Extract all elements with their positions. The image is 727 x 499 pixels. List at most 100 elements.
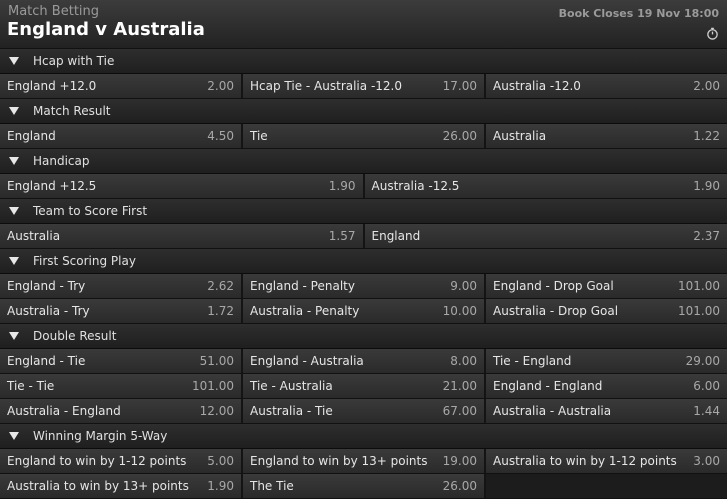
- selection-button[interactable]: England +12.51.90: [0, 174, 365, 198]
- market-title: Hcap with Tie: [33, 54, 114, 68]
- selection-button[interactable]: England - Tie 51.00: [0, 349, 243, 373]
- collapse-triangle-icon[interactable]: [9, 332, 19, 340]
- market-title: Team to Score First: [33, 204, 147, 218]
- selection-odds: 17.00: [443, 79, 477, 93]
- selection-row: Australia to win by 13+ points1.90The Ti…: [0, 474, 727, 499]
- selection-odds: 101.00: [192, 379, 234, 393]
- market-header[interactable]: Hcap with Tie: [0, 49, 727, 74]
- selection-button[interactable]: Australia -12.51.90: [365, 174, 727, 198]
- market-title: First Scoring Play: [33, 254, 136, 268]
- selection-odds: 2.00: [693, 79, 720, 93]
- selection-button[interactable]: England - England 6.00: [486, 374, 727, 398]
- collapse-triangle-icon[interactable]: [9, 107, 19, 115]
- selection-button[interactable]: Tie - Tie 101.00: [0, 374, 243, 398]
- selection-name: Tie - Tie: [7, 379, 54, 393]
- selection-name: England - Penalty: [250, 279, 355, 293]
- selection-name: England to win by 13+ points: [250, 454, 428, 468]
- selection-button[interactable]: Australia to win by 1-12 points3.00: [486, 449, 727, 473]
- selection-odds: 10.00: [443, 304, 477, 318]
- selection-row: England +12.02.00Hcap Tie - Australia -1…: [0, 74, 727, 99]
- selection-button[interactable]: England - Drop Goal101.00: [486, 274, 727, 298]
- selection-odds: 8.00: [450, 354, 477, 368]
- selection-odds: 12.00: [200, 404, 234, 418]
- selection-name: England: [7, 129, 56, 143]
- selection-row: England 4.50 Tie26.00Australia1.22: [0, 124, 727, 149]
- selection-button[interactable]: England2.37: [365, 224, 727, 248]
- selection-button[interactable]: England +12.02.00: [0, 74, 243, 98]
- selection-name: Australia - Tie: [250, 404, 333, 418]
- collapse-triangle-icon[interactable]: [9, 257, 19, 265]
- selection-button[interactable]: England - Penalty9.00: [243, 274, 486, 298]
- selection-odds: 51.00: [200, 354, 234, 368]
- collapse-triangle-icon[interactable]: [9, 157, 19, 165]
- selection-odds: 2.00: [207, 79, 234, 93]
- selection-name: England +12.5: [7, 179, 96, 193]
- market-header[interactable]: First Scoring Play: [0, 249, 727, 274]
- selection-name: England - Drop Goal: [493, 279, 614, 293]
- selection-button[interactable]: The Tie 26.00: [243, 474, 486, 498]
- selection-button[interactable]: Australia1.57: [0, 224, 365, 248]
- collapse-triangle-icon[interactable]: [9, 207, 19, 215]
- selection-button[interactable]: Australia - Tie 67.00: [243, 399, 486, 423]
- selection-name: Australia to win by 13+ points: [7, 479, 189, 493]
- selection-button[interactable]: Australia - Try 1.72: [0, 299, 243, 323]
- selection-name: The Tie: [250, 479, 294, 493]
- selection-name: England to win by 1-12 points: [7, 454, 186, 468]
- selection-name: England - England: [493, 379, 602, 393]
- selection-odds: 101.00: [678, 304, 720, 318]
- selection-button[interactable]: England 4.50: [0, 124, 243, 148]
- selection-odds: 19.00: [443, 454, 477, 468]
- selection-odds: 4.50: [207, 129, 234, 143]
- selection-button[interactable]: Tie26.00: [243, 124, 486, 148]
- market-header[interactable]: Team to Score First: [0, 199, 727, 224]
- selection-name: Australia - Drop Goal: [493, 304, 618, 318]
- page-subtitle: Match Betting: [8, 4, 99, 19]
- selection-row: Australia - Try 1.72 Australia - Penalty10…: [0, 299, 727, 324]
- collapse-triangle-icon[interactable]: [9, 57, 19, 65]
- selection-button[interactable]: England - Try 2.62: [0, 274, 243, 298]
- selection-row: England - Try2.62England - Penalty9.00En…: [0, 274, 727, 299]
- empty-cell: [486, 474, 727, 498]
- markets-list: Hcap with TieEngland +12.02.00Hcap Tie -…: [0, 49, 727, 499]
- selection-button[interactable]: England to win by 13+ points 19.00: [243, 449, 486, 473]
- selection-name: England - Tie: [7, 354, 85, 368]
- selection-name: Australia -12.0: [493, 79, 581, 93]
- selection-row: England +12.51.90Australia -12.51.90: [0, 174, 727, 199]
- selection-button[interactable]: Tie - Australia 21.00: [243, 374, 486, 398]
- selection-odds: 26.00: [443, 479, 477, 493]
- market-title: Winning Margin 5-Way: [33, 429, 167, 443]
- market-title: Double Result: [33, 329, 116, 343]
- selection-odds: 67.00: [443, 404, 477, 418]
- selection-button[interactable]: Australia1.22: [486, 124, 727, 148]
- selection-button[interactable]: Tie - England29.00: [486, 349, 727, 373]
- selection-button[interactable]: Australia - England12.00: [0, 399, 243, 423]
- selection-button[interactable]: England to win by 1-12 points5.00: [0, 449, 243, 473]
- selection-name: Australia - Try: [7, 304, 90, 318]
- selection-odds: 1.72: [207, 304, 234, 318]
- event-title: England v Australia: [7, 19, 205, 40]
- selection-odds: 26.00: [443, 129, 477, 143]
- selection-name: Tie - Australia: [250, 379, 333, 393]
- selection-name: England - Try: [7, 279, 85, 293]
- selection-button[interactable]: Australia - Australia1.44: [486, 399, 727, 423]
- market-header[interactable]: Handicap: [0, 149, 727, 174]
- selection-button[interactable]: Australia - Penalty10.00: [243, 299, 486, 323]
- market-header[interactable]: Match Result: [0, 99, 727, 124]
- selection-button[interactable]: Hcap Tie - Australia -12.0 17.00: [243, 74, 486, 98]
- collapse-triangle-icon[interactable]: [9, 432, 19, 440]
- selection-button[interactable]: Australia to win by 13+ points1.90: [0, 474, 243, 498]
- selection-odds: 29.00: [686, 354, 720, 368]
- selection-button[interactable]: Australia -12.0 2.00: [486, 74, 727, 98]
- selection-odds: 1.90: [693, 179, 720, 193]
- selection-odds: 2.37: [693, 229, 720, 243]
- market-header[interactable]: Winning Margin 5-Way: [0, 424, 727, 449]
- selection-name: Hcap Tie - Australia -12.0: [250, 79, 402, 93]
- selection-button[interactable]: England - Australia8.00: [243, 349, 486, 373]
- book-closes-label: Book Closes 19 Nov 18:00: [559, 7, 719, 20]
- market-header[interactable]: Double Result: [0, 324, 727, 349]
- selection-odds: 6.00: [693, 379, 720, 393]
- selection-odds: 21.00: [443, 379, 477, 393]
- selection-button[interactable]: Australia - Drop Goal 101.00: [486, 299, 727, 323]
- selection-name: Australia - Australia: [493, 404, 611, 418]
- selection-odds: 2.62: [207, 279, 234, 293]
